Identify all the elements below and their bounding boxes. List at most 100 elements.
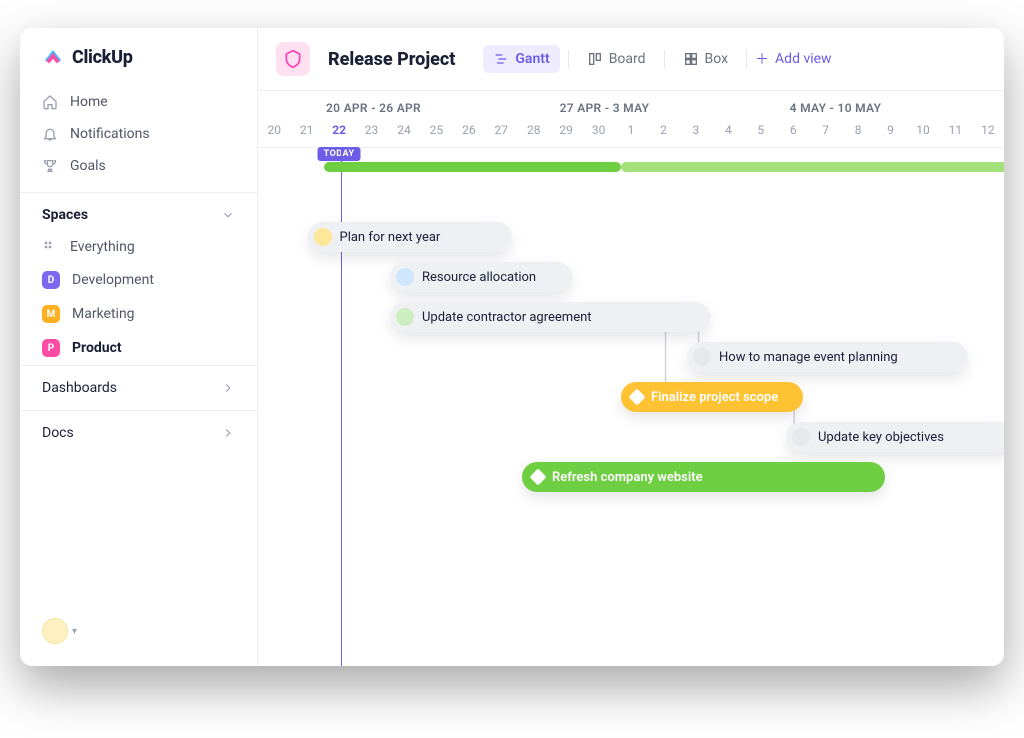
task-status-dot-icon <box>396 268 414 286</box>
nav-notifications[interactable]: Notifications <box>20 118 257 150</box>
task-bar[interactable]: How to manage event planning <box>687 342 968 372</box>
day-cell[interactable]: 24 <box>388 119 420 147</box>
project-title: Release Project <box>328 49 455 70</box>
day-cell[interactable]: 7 <box>809 119 841 147</box>
tab-gantt[interactable]: Gantt <box>483 45 559 73</box>
summary-bar <box>324 162 621 172</box>
nav-label: Home <box>70 94 108 110</box>
tab-box[interactable]: Box <box>673 45 739 73</box>
topbar: Release Project Gantt Board Box <box>258 28 1004 91</box>
day-cell[interactable]: 8 <box>842 119 874 147</box>
home-icon <box>42 94 58 110</box>
week-label: 4 MAY - 10 MAY <box>720 91 951 119</box>
task-status-dot-icon <box>314 228 332 246</box>
caret-down-icon: ▾ <box>72 626 77 637</box>
day-cell[interactable]: 29 <box>550 119 582 147</box>
task-label: Plan for next year <box>340 230 441 245</box>
task-bar[interactable]: Refresh company website <box>522 462 885 492</box>
main-area: Release Project Gantt Board Box <box>258 28 1004 666</box>
gantt-chart[interactable]: Plan for next year Resource allocation Upd… <box>258 148 1004 666</box>
task-status-dot-icon <box>693 348 711 366</box>
nav-dashboards[interactable]: Dashboards <box>20 365 257 410</box>
task-bar[interactable]: Plan for next year <box>308 222 513 252</box>
day-cell[interactable]: 11 <box>939 119 971 147</box>
clickup-logo-icon <box>42 46 64 68</box>
task-bar[interactable]: Finalize project scope <box>621 382 803 412</box>
add-view-label: Add view <box>775 51 832 67</box>
grid-dots-icon <box>42 239 58 255</box>
separator <box>746 50 747 68</box>
day-cell[interactable]: 1 <box>615 119 647 147</box>
sidebar: ClickUp Home Notifications Goals Spaces … <box>20 28 258 666</box>
space-everything[interactable]: Everything <box>20 231 257 263</box>
day-cell[interactable]: 6 <box>777 119 809 147</box>
task-label: Resource allocation <box>422 270 536 285</box>
sidebar-item-development[interactable]: D Development <box>20 263 257 297</box>
sidebar-item-marketing[interactable]: M Marketing <box>20 297 257 331</box>
week-label: 27 APR - 3 MAY <box>489 91 720 119</box>
space-label: Marketing <box>72 306 135 322</box>
day-cell[interactable]: 26 <box>453 119 485 147</box>
view-tabs: Gantt Board Box ＋ Add view <box>483 45 831 73</box>
space-badge-icon: M <box>42 305 60 323</box>
space-label: Product <box>72 340 122 356</box>
milestone-diamond-icon <box>530 469 547 486</box>
app-window: ClickUp Home Notifications Goals Spaces … <box>20 28 1004 666</box>
day-cell[interactable]: 23 <box>355 119 387 147</box>
spaces-header[interactable]: Spaces <box>20 192 257 231</box>
add-view-button[interactable]: ＋ Add view <box>755 49 832 69</box>
user-menu[interactable]: ▾ <box>20 618 257 654</box>
plus-icon: ＋ <box>755 49 769 69</box>
day-cell[interactable]: 10 <box>907 119 939 147</box>
task-label: Update contractor agreement <box>422 310 592 325</box>
task-bar[interactable]: Resource allocation <box>390 262 572 292</box>
nav-label: Notifications <box>70 126 150 142</box>
nav-label: Goals <box>70 158 106 174</box>
task-label: Refresh company website <box>552 470 703 485</box>
tab-label: Box <box>705 51 729 67</box>
day-cell[interactable]: 2 <box>647 119 679 147</box>
day-cell[interactable]: 5 <box>745 119 777 147</box>
day-cell[interactable]: 28 <box>518 119 550 147</box>
nav-docs[interactable]: Docs <box>20 410 257 455</box>
chevron-down-icon <box>221 208 235 222</box>
milestone-diamond-icon <box>629 389 646 406</box>
section-title: Spaces <box>42 207 88 223</box>
tab-board[interactable]: Board <box>577 45 656 73</box>
nav-goals[interactable]: Goals <box>20 150 257 182</box>
avatar <box>42 618 68 644</box>
day-cell[interactable]: 25 <box>420 119 452 147</box>
space-label: Development <box>72 272 154 288</box>
separator <box>568 50 569 68</box>
space-badge-icon: D <box>42 271 60 289</box>
day-cell[interactable]: 30 <box>582 119 614 147</box>
day-cell[interactable]: 12 <box>972 119 1004 147</box>
day-cell[interactable]: 27 <box>485 119 517 147</box>
bell-icon <box>42 126 58 142</box>
task-status-dot-icon <box>396 308 414 326</box>
day-cell[interactable]: 20 <box>258 119 290 147</box>
day-cell[interactable]: 9 <box>874 119 906 147</box>
nav-label: Docs <box>42 425 74 441</box>
nav-home[interactable]: Home <box>20 86 257 118</box>
nav-label: Dashboards <box>42 380 117 396</box>
brand-name: ClickUp <box>72 47 133 68</box>
task-status-dot-icon <box>792 428 810 446</box>
task-label: Finalize project scope <box>651 390 778 405</box>
chevron-right-icon <box>221 381 235 395</box>
day-cell[interactable]: 3 <box>680 119 712 147</box>
trophy-icon <box>42 158 58 174</box>
sidebar-item-product[interactable]: P Product <box>20 331 257 365</box>
day-cell[interactable]: 21 <box>290 119 322 147</box>
task-bar[interactable]: Update key objectives <box>786 422 1004 452</box>
separator <box>664 50 665 68</box>
project-icon <box>276 42 310 76</box>
space-badge-icon: P <box>42 339 60 357</box>
day-cell[interactable]: 4 <box>712 119 744 147</box>
timeline-header: 20 APR - 26 APR27 APR - 3 MAY4 MAY - 10 … <box>258 91 1004 148</box>
day-cell[interactable]: 22TODAY <box>323 119 355 147</box>
summary-bar <box>621 162 1004 172</box>
task-bar[interactable]: Update contractor agreement <box>390 302 710 332</box>
tab-label: Board <box>609 51 646 67</box>
brand: ClickUp <box>20 46 257 86</box>
